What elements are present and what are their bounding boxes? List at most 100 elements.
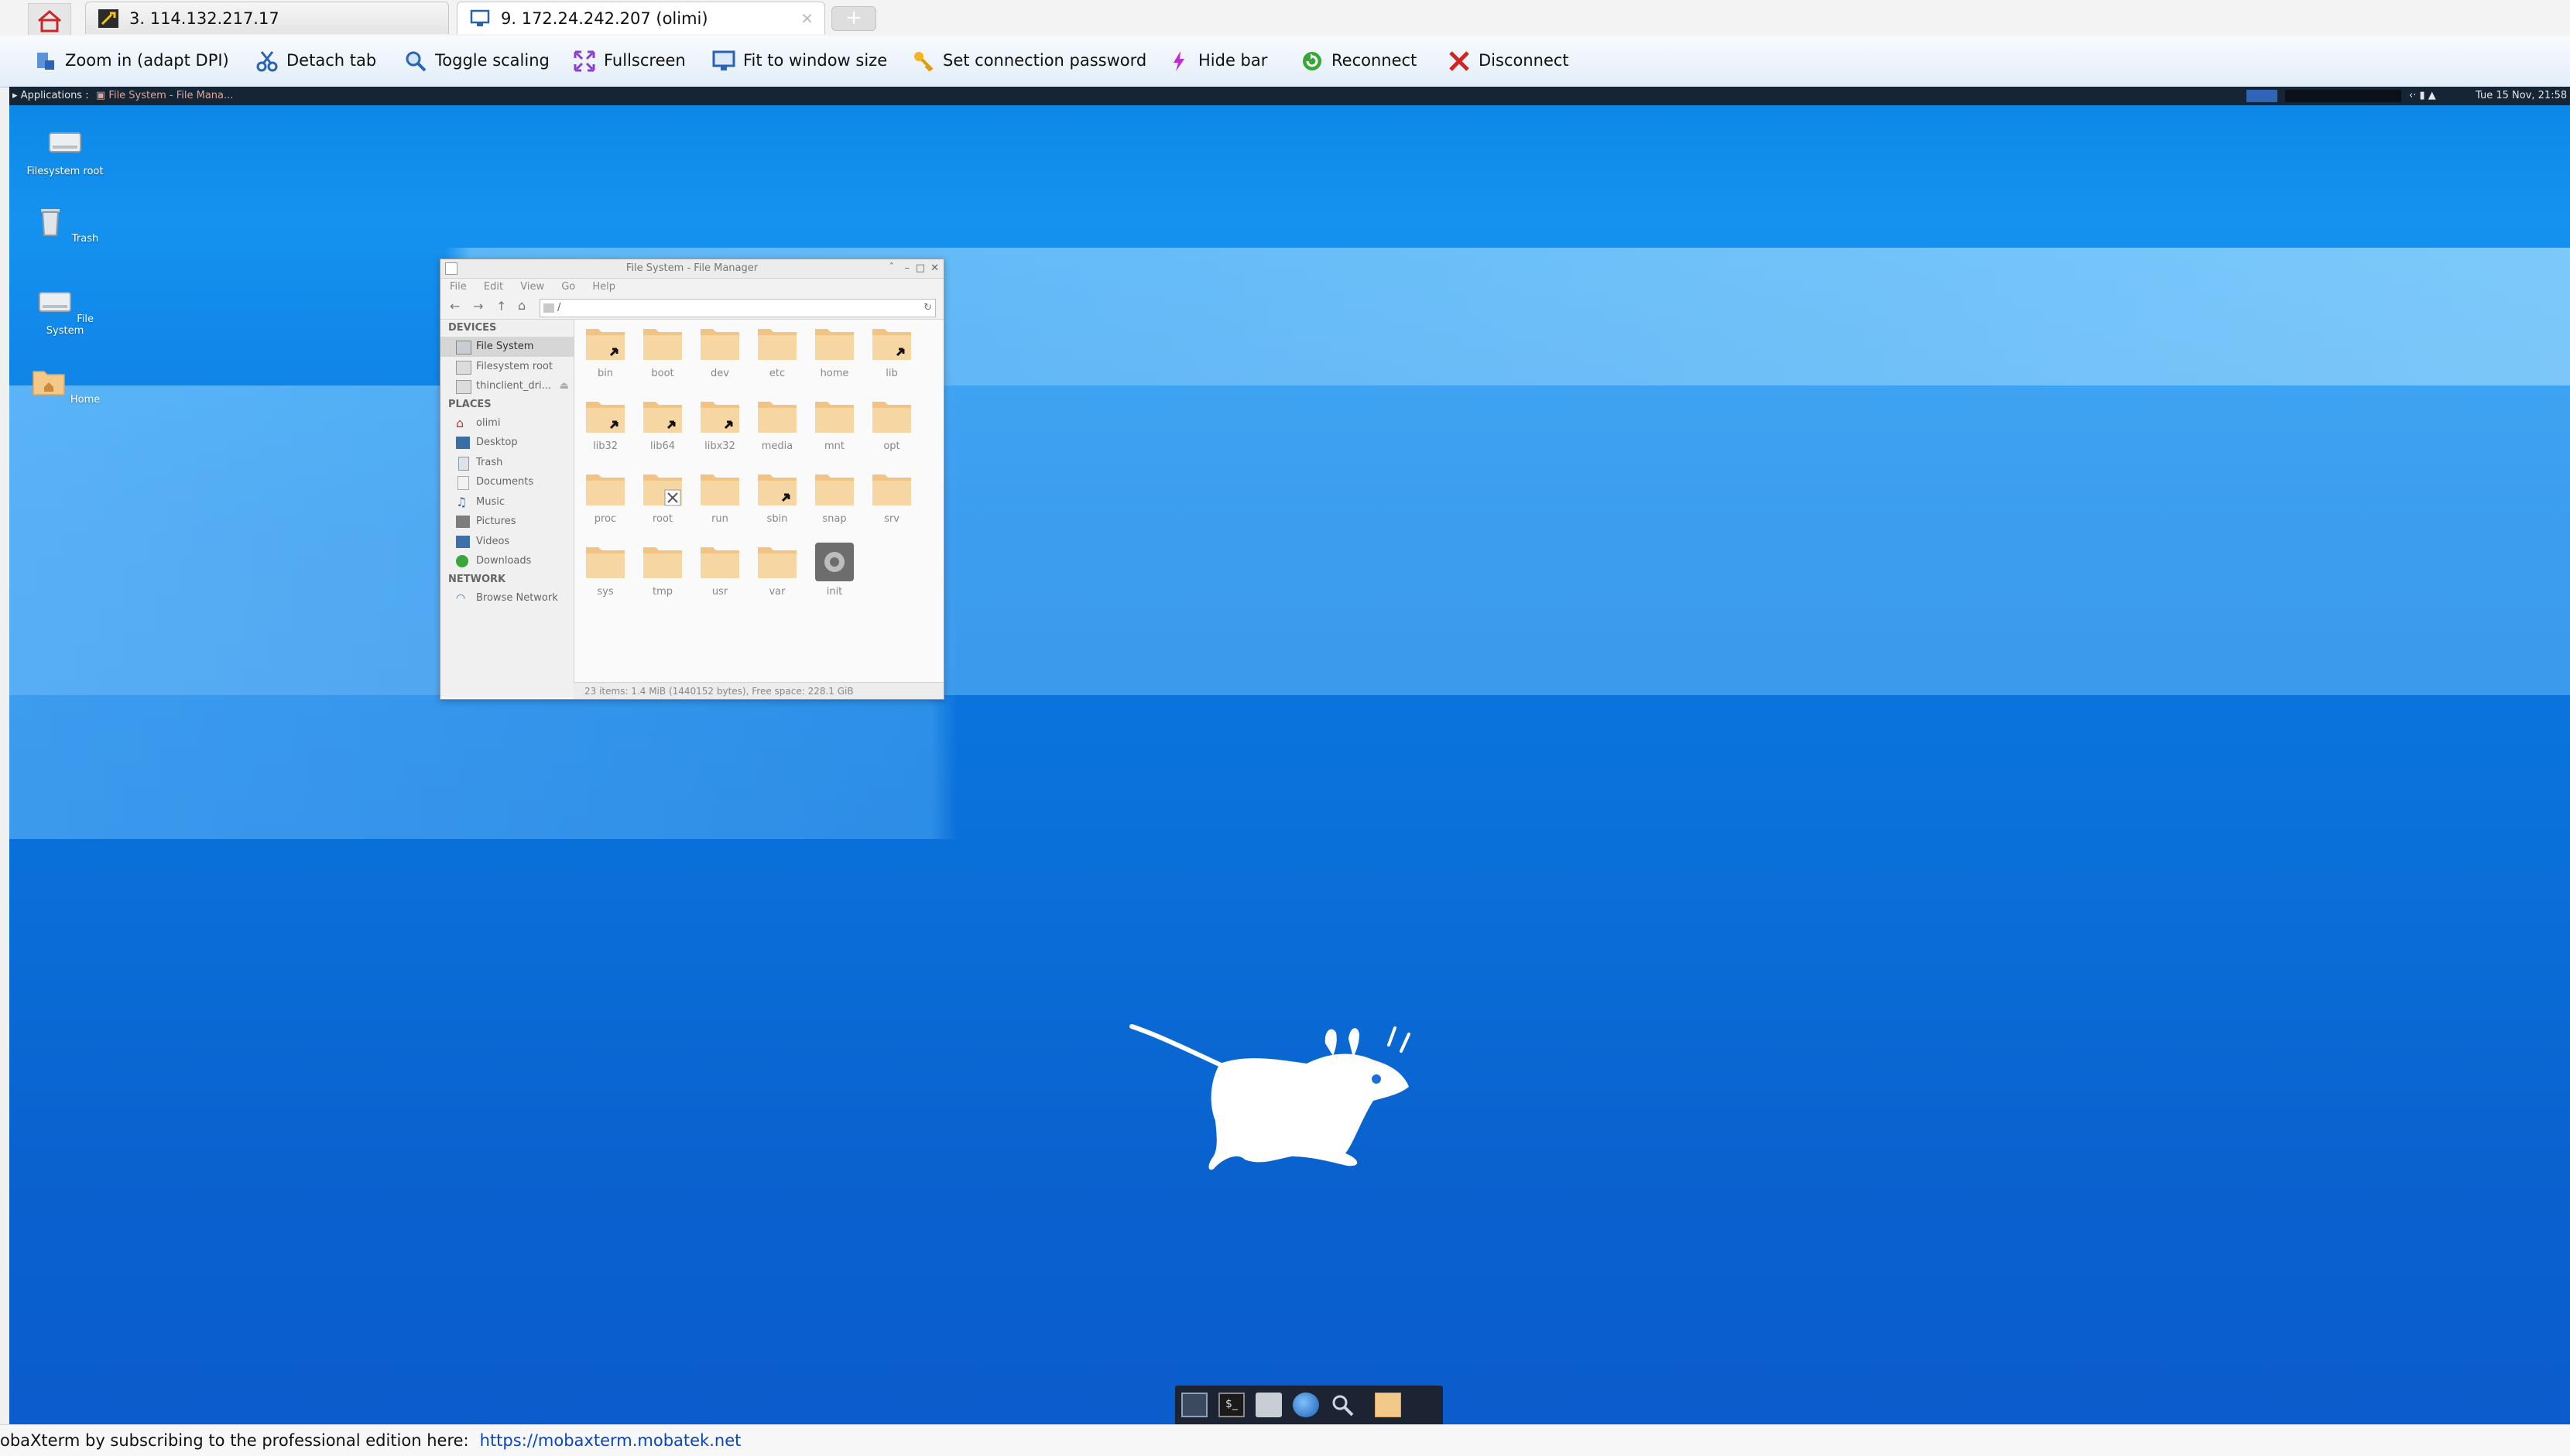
toggle-scaling-button[interactable]: Toggle scaling — [404, 46, 550, 74]
menu-go[interactable]: Go — [561, 281, 575, 293]
reload-icon[interactable]: ↻ — [923, 300, 932, 317]
forward-icon[interactable]: → — [473, 299, 483, 313]
folder-item[interactable]: lib64 — [634, 397, 691, 467]
desktop-icon-filesystem-root[interactable]: Filesystem root — [25, 125, 105, 177]
disconnect-button[interactable]: Disconnect — [1448, 46, 1569, 74]
folder-item[interactable]: proc — [577, 470, 634, 540]
sidebar-item-documents[interactable]: Documents — [440, 472, 574, 492]
home-icon[interactable]: ⌂ — [518, 298, 526, 313]
folder-item[interactable]: init — [806, 543, 863, 612]
sidebar-item-pictures[interactable]: Pictures — [440, 512, 574, 532]
folder-item[interactable]: boot — [634, 324, 691, 394]
folder-item[interactable]: sys — [577, 543, 634, 612]
window-titlebar[interactable]: File System - File Manager ˆ – □ ✕ — [440, 259, 944, 279]
desktop-icon-home[interactable]: Home — [25, 365, 105, 406]
minimize-icon[interactable]: – — [905, 259, 910, 278]
home-tab[interactable] — [28, 3, 71, 35]
remote-desktop[interactable]: ▸ Applications : ▣ File System - File Ma… — [9, 87, 2570, 1424]
folder-item[interactable]: root — [634, 470, 691, 540]
sidebar-item-browse-network[interactable]: ◠ Browse Network — [440, 588, 574, 608]
new-tab-button[interactable]: + — [831, 6, 876, 31]
terminal-icon[interactable]: $_ — [1218, 1393, 1245, 1417]
applications-label: Applications : — [20, 90, 89, 101]
close-icon[interactable]: ✕ — [930, 259, 939, 278]
taskbar-item[interactable]: ▣ File System - File Mana... — [96, 87, 233, 105]
folder-item[interactable]: sbin — [749, 470, 806, 540]
folder-item[interactable]: snap — [806, 470, 863, 540]
fit-monitor-icon — [712, 50, 735, 70]
hide-bar-button[interactable]: Hide bar — [1167, 46, 1267, 74]
window-menu-icon[interactable] — [445, 262, 457, 275]
fullscreen-arrows-icon — [574, 50, 595, 72]
menu-file[interactable]: File — [450, 281, 467, 293]
folder-item[interactable]: usr — [691, 543, 749, 612]
music-icon: ♫ — [456, 494, 468, 509]
path-text: / — [557, 302, 561, 313]
detach-tab-button[interactable]: Detach tab — [255, 46, 376, 74]
folder-icon[interactable] — [1375, 1393, 1401, 1417]
session-toolbar: Zoom in (adapt DPI) Detach tab Toggle sc… — [0, 36, 2570, 87]
folder-item[interactable]: libx32 — [691, 397, 749, 467]
folder-item[interactable]: dev — [691, 324, 749, 394]
tab-session-9[interactable]: 9. 172.24.242.207 (olimi) ✕ — [457, 2, 825, 34]
sidebar-item-desktop[interactable]: Desktop — [440, 433, 574, 453]
sidebar-item-filesystem-root[interactable]: Filesystem root — [440, 357, 574, 377]
sidebar-item-thinclient[interactable]: thinclient_dri... ⏏ — [440, 376, 574, 396]
path-bar[interactable]: / ↻ — [540, 299, 936, 317]
folder-item[interactable]: home — [806, 324, 863, 394]
home-icon — [38, 10, 61, 33]
set-password-button[interactable]: Set connection password — [912, 46, 1146, 74]
folder-item[interactable]: var — [749, 543, 806, 612]
sidebar-item-label: Browse Network — [476, 591, 558, 604]
zoom-in-button[interactable]: Zoom in (adapt DPI) — [34, 46, 229, 74]
folder-item[interactable]: media — [749, 397, 806, 467]
folder-item[interactable]: mnt — [806, 397, 863, 467]
folder-item[interactable]: bin — [577, 324, 634, 394]
web-browser-icon[interactable] — [1293, 1393, 1319, 1417]
tray-icons[interactable]: ‹· ▮ ▲ — [2409, 87, 2436, 105]
up-icon[interactable]: ↑ — [496, 299, 506, 313]
fullscreen-button[interactable]: Fullscreen — [573, 46, 686, 74]
eject-icon[interactable]: ⏏ — [560, 376, 569, 396]
menu-edit[interactable]: Edit — [484, 281, 503, 293]
sidebar-item-label: Music — [476, 495, 505, 508]
folder-icon — [640, 324, 685, 363]
file-manager-icon[interactable] — [1256, 1393, 1282, 1417]
folder-item[interactable]: opt — [863, 397, 920, 467]
desktop-icon-file-system[interactable]: File System — [25, 285, 105, 337]
footer-link[interactable]: https://mobaxterm.mobatek.net — [480, 1431, 742, 1450]
folder-label: proc — [594, 513, 617, 525]
workspace-switcher[interactable] — [2285, 90, 2401, 102]
maximize-icon[interactable]: □ — [916, 259, 925, 278]
menu-view[interactable]: View — [520, 281, 544, 293]
sidebar-item-file-system[interactable]: File System — [440, 337, 574, 357]
app-finder-icon[interactable] — [1330, 1393, 1356, 1417]
videos-icon — [456, 535, 470, 548]
workspace-switcher[interactable] — [2246, 90, 2277, 102]
folder-item[interactable]: tmp — [634, 543, 691, 612]
desktop-icon-trash[interactable]: Trash — [25, 204, 105, 245]
menu-help[interactable]: Help — [592, 281, 615, 293]
magnifier-icon — [1332, 1395, 1354, 1417]
sidebar-item-downloads[interactable]: Downloads — [440, 551, 574, 571]
close-tab-icon[interactable]: ✕ — [800, 2, 814, 35]
sidebar-item-trash[interactable]: Trash — [440, 453, 574, 473]
fit-window-button[interactable]: Fit to window size — [712, 46, 887, 74]
folder-item[interactable]: srv — [863, 470, 920, 540]
folder-item[interactable]: etc — [749, 324, 806, 394]
file-manager-window[interactable]: File System - File Manager ˆ – □ ✕ File … — [440, 259, 944, 700]
sidebar-item-home[interactable]: ⌂ olimi — [440, 413, 574, 433]
folder-item[interactable]: run — [691, 470, 749, 540]
fullscreen-label: Fullscreen — [604, 51, 686, 70]
sidebar-item-music[interactable]: ♫ Music — [440, 492, 574, 512]
show-desktop-icon[interactable] — [1181, 1393, 1208, 1417]
folder-item[interactable]: lib — [863, 324, 920, 394]
window-up-icon[interactable]: ˆ — [889, 259, 895, 278]
back-icon[interactable]: ← — [450, 299, 460, 313]
reconnect-button[interactable]: Reconnect — [1300, 46, 1417, 74]
folder-item[interactable]: lib32 — [577, 397, 634, 467]
tab-session-3[interactable]: 3. 114.132.217.17 — [85, 2, 449, 34]
folder-icon — [755, 324, 800, 363]
applications-menu[interactable]: ▸ Applications : — [12, 87, 89, 105]
sidebar-item-videos[interactable]: Videos — [440, 532, 574, 552]
